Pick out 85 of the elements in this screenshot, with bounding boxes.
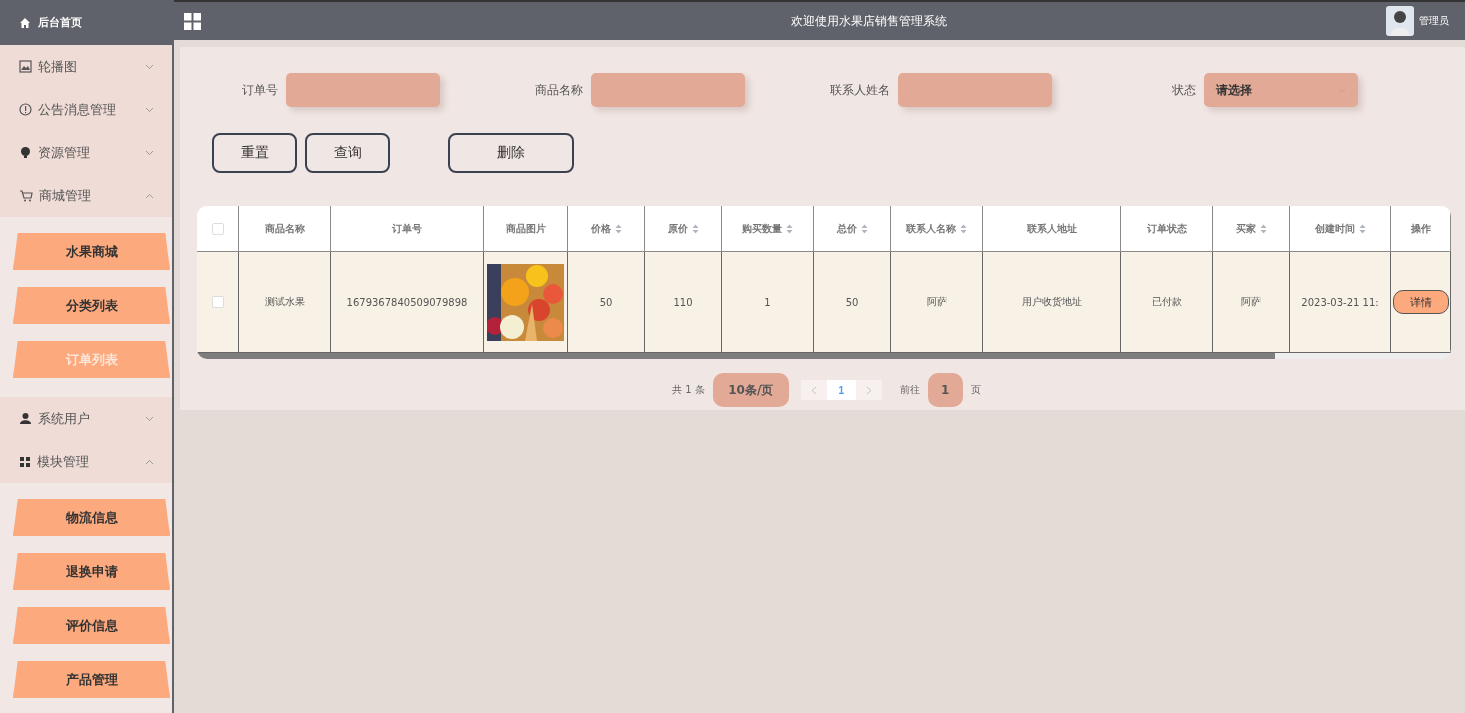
goto-label: 前往	[899, 383, 920, 397]
column-header[interactable]: 订单号	[331, 206, 484, 252]
table-cell: 1679367840509079898	[346, 296, 468, 308]
page-suffix: 页	[970, 383, 981, 397]
image-icon	[19, 60, 32, 73]
checkbox[interactable]	[211, 222, 224, 235]
chevron-icon	[145, 192, 154, 199]
column-header[interactable]: 联系人名称	[891, 206, 983, 252]
user-name[interactable]: 管理员	[1419, 14, 1449, 28]
page-size-select[interactable]: 10条/页	[712, 373, 789, 407]
submenu-item[interactable]: 产品管理	[13, 661, 170, 698]
sort-icon[interactable]	[860, 223, 868, 234]
column-header[interactable]: 价格	[568, 206, 645, 252]
sort-icon[interactable]	[1259, 223, 1267, 234]
user-icon	[19, 412, 32, 425]
chevron-icon	[145, 106, 154, 113]
input-field[interactable]	[898, 73, 1052, 107]
chevron-icon	[145, 415, 154, 422]
column-header[interactable]: 订单状态	[1121, 206, 1213, 252]
table-cell: 50	[845, 296, 859, 308]
scrollbar[interactable]	[197, 353, 1275, 359]
column-header[interactable]: 总价	[814, 206, 891, 252]
table-cell: 50	[599, 296, 613, 308]
detail-button[interactable]: 详情	[1392, 290, 1449, 314]
table-cell: 1	[764, 296, 771, 308]
chevron-left-icon	[810, 385, 817, 395]
status-select[interactable]: 请选择	[1204, 73, 1358, 107]
column-header[interactable]: 操作	[1391, 206, 1451, 252]
submenu-item[interactable]: 退换申请	[13, 553, 170, 590]
column-header[interactable]: 联系人地址	[983, 206, 1121, 252]
sidebar-home-item[interactable]: 后台首页	[0, 0, 172, 45]
sidebar-menu-item[interactable]: 公告消息管理	[0, 88, 172, 131]
column-header[interactable]: 商品名称	[239, 206, 331, 252]
sort-icon[interactable]	[691, 223, 699, 234]
sidebar-menu-item[interactable]: 模块管理	[0, 440, 172, 483]
sidebar-menu-item[interactable]: 轮播图	[0, 45, 172, 88]
chevron-right-icon	[865, 385, 872, 395]
avatar[interactable]	[1386, 6, 1414, 36]
filter-label: 订单号	[242, 81, 278, 99]
table-cell: 2023-03-21 11:	[1301, 296, 1379, 308]
submenu-item[interactable]: 物流信息	[13, 499, 170, 536]
input-field[interactable]	[286, 73, 440, 107]
table-cell: 110	[673, 296, 693, 308]
column-header[interactable]: 原价	[645, 206, 722, 252]
search-button[interactable]: 查询	[305, 133, 390, 173]
info-icon	[19, 103, 32, 116]
table-cell: 用户收货地址	[1021, 295, 1082, 309]
table-cell: 阿萨	[926, 295, 947, 309]
submenu-item[interactable]: 水果商城	[13, 233, 170, 270]
column-header[interactable]: 商品图片	[484, 206, 568, 252]
column-header[interactable]: 买家	[1213, 206, 1290, 252]
page-title: 欢迎使用水果店销售管理系统	[789, 12, 948, 30]
chevron-icon	[145, 63, 154, 70]
filter-label: 商品名称	[535, 81, 583, 99]
checkbox[interactable]	[211, 296, 224, 308]
filter-label: 状态	[1172, 81, 1196, 99]
sidebar-menu-item[interactable]: 商城管理	[0, 174, 172, 217]
column-header[interactable]: 购买数量	[722, 206, 814, 252]
sort-icon[interactable]	[614, 223, 622, 234]
chevron-icon	[145, 149, 154, 156]
prev-page-button[interactable]	[800, 380, 827, 400]
table-cell: 阿萨	[1241, 295, 1261, 309]
filter-label: 联系人姓名	[830, 81, 890, 99]
column-header[interactable]: 创建时间	[1290, 206, 1391, 252]
chevron-icon	[145, 458, 154, 465]
bulb-icon	[19, 146, 32, 159]
sort-icon[interactable]	[786, 223, 793, 234]
total-count: 共 1 条	[672, 383, 705, 397]
submenu-item[interactable]: 评价信息	[13, 607, 170, 644]
sort-icon[interactable]	[960, 223, 967, 234]
page-input[interactable]: 1	[927, 373, 963, 407]
sort-icon[interactable]	[1358, 223, 1366, 234]
cart-icon	[19, 189, 33, 202]
sidebar-menu-item[interactable]: 资源管理	[0, 131, 172, 174]
table-cell: 已付款	[1151, 295, 1182, 309]
home-icon	[19, 16, 31, 29]
reset-button[interactable]: 重置	[212, 133, 297, 173]
submenu-item[interactable]: 分类列表	[13, 287, 170, 324]
input-field[interactable]	[591, 73, 745, 107]
next-page-button[interactable]	[855, 380, 882, 400]
delete-button[interactable]: 删除	[448, 133, 574, 173]
table-cell: 测试水果	[264, 295, 305, 309]
sidebar-menu-item[interactable]: 系统用户	[0, 397, 172, 440]
grid-icon	[19, 455, 31, 468]
grid-icon[interactable]	[184, 12, 201, 30]
